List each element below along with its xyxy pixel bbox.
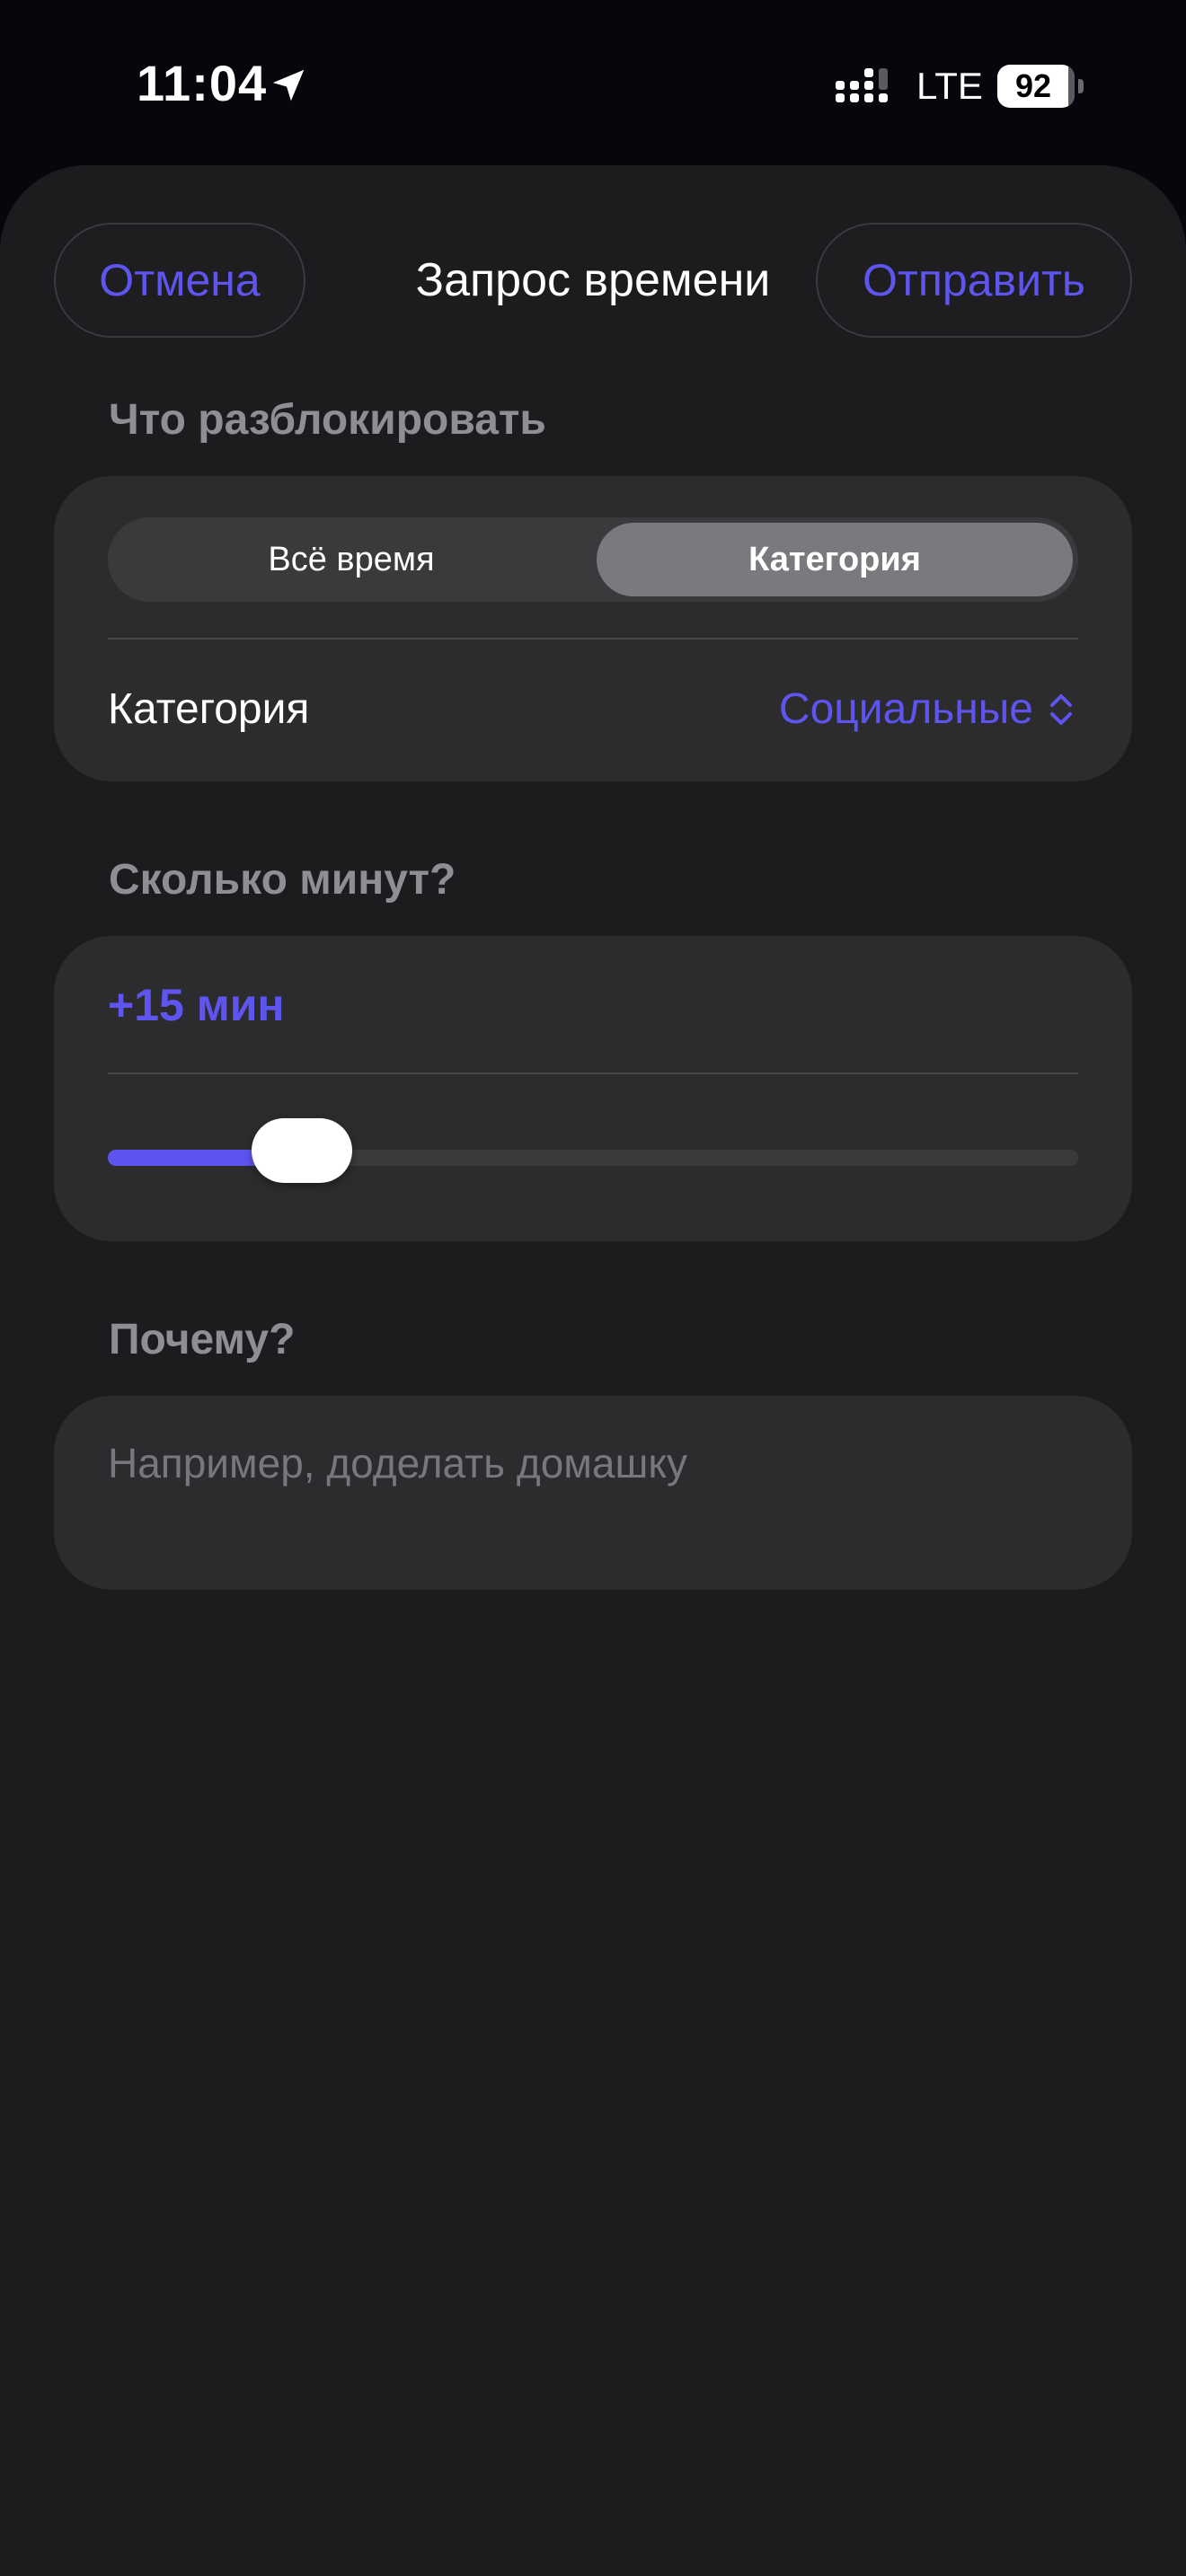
unlock-segmented-control: Всё время Категория: [108, 517, 1078, 602]
slider-thumb[interactable]: [252, 1118, 352, 1183]
reason-input[interactable]: [108, 1432, 1078, 1495]
time-request-sheet: Отмена Запрос времени Отправить Что разб…: [0, 165, 1186, 2576]
location-arrow-icon: [272, 69, 305, 101]
status-time: 11:04: [137, 55, 268, 111]
signal-icon: [836, 68, 888, 102]
segment-category[interactable]: Категория: [597, 523, 1073, 596]
segment-all-time[interactable]: Всё время: [113, 523, 589, 596]
minutes-slider[interactable]: [108, 1118, 1078, 1183]
battery-percentage: 92: [1014, 67, 1052, 104]
category-picker-value: Социальные: [778, 685, 1033, 733]
divider: [108, 1072, 1078, 1074]
chevron-up-down-icon: [1050, 693, 1072, 725]
battery-tip: [1078, 79, 1084, 93]
unlock-section-header: Что разблокировать: [109, 396, 546, 444]
sheet-title: Запрос времени: [415, 254, 771, 306]
divider: [108, 638, 1078, 640]
cancel-button[interactable]: Отмена: [54, 223, 305, 338]
send-button[interactable]: Отправить: [816, 223, 1132, 338]
battery-body: 92: [997, 65, 1075, 108]
reason-card: [54, 1396, 1132, 1590]
reason-section-header: Почему?: [109, 1316, 296, 1363]
screen: 11:04 LTE 92 Отмена Запрос времени Отпра…: [0, 0, 1186, 2576]
category-picker[interactable]: Социальные: [779, 684, 1075, 734]
minutes-value: +15 мин: [108, 980, 285, 1030]
network-type: LTE: [916, 65, 983, 107]
minutes-section-header: Сколько минут?: [109, 856, 456, 904]
status-bar: 11:04 LTE 92: [0, 0, 1186, 171]
battery-empty-portion: [1068, 65, 1075, 108]
minutes-card: +15 мин: [54, 936, 1132, 1241]
unlock-card: Всё время Категория Категория Социальные: [54, 476, 1132, 781]
category-row-label: Категория: [108, 685, 310, 733]
battery-icon: 92: [997, 65, 1084, 108]
